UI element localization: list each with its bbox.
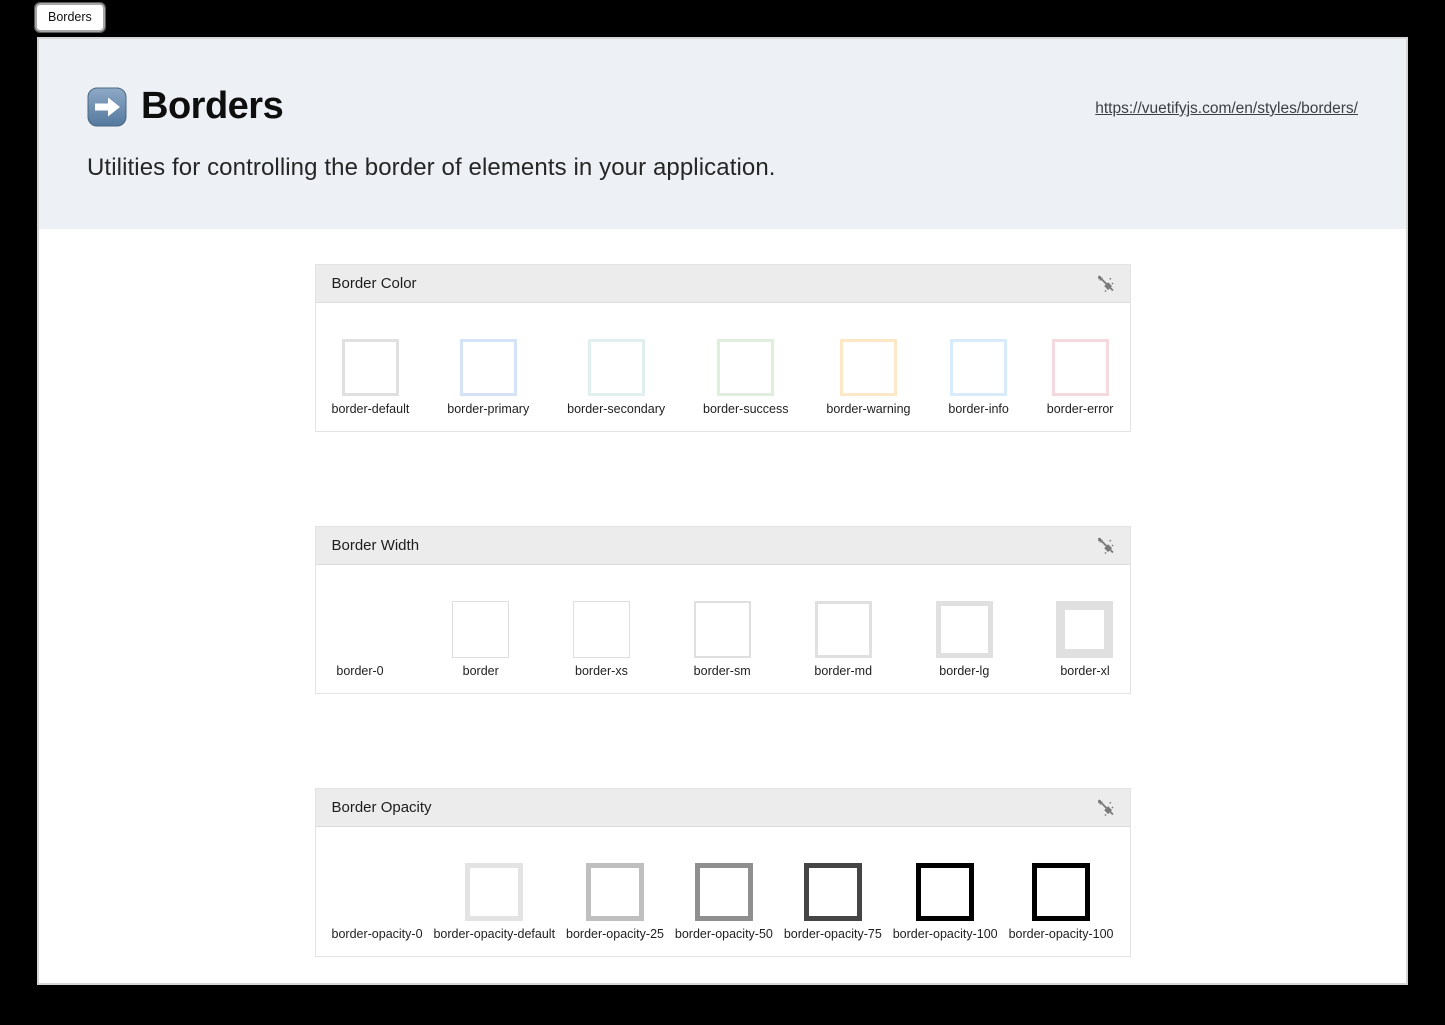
swatch-square [950,339,1007,396]
swatch-label: border-lg [939,664,989,678]
card-body: border-default border-primary border-secon… [316,303,1130,431]
swatch-item: border-lg [936,601,993,678]
swatch-item: border-opacity-25 [566,863,664,941]
swatch-label: border-success [703,402,788,416]
swatch-square [840,339,897,396]
swatch-item: border-default [332,339,410,416]
swatch-item: border-error [1047,339,1114,416]
swatch-item: border-opacity-default [433,863,555,941]
swatch-item: border-sm [694,601,751,678]
swatch-label: border-0 [336,664,383,678]
content-window: Borders https://vuetifyjs.com/en/styles/… [37,37,1408,985]
swatch-square [465,863,523,921]
swatch-square [815,601,872,658]
swatch-item: border-primary [447,339,529,416]
card: Border Width border-0borderborder-xsbord… [315,526,1131,694]
cards: Border Color border-default border-primar… [39,229,1406,957]
card-title: Border Width [332,537,420,554]
page-title: Borders [141,85,283,128]
card-header: Border Color [316,265,1130,303]
swatch-label: border-md [814,664,872,678]
swatch-item: border [452,601,509,678]
swatch-item: border-xs [573,601,630,678]
swatch-label: border-info [948,402,1008,416]
swatch-label: border-opacity-25 [566,927,664,941]
swatch-label: border-opacity-default [433,927,555,941]
swatch-label: border-xs [575,664,628,678]
swatch-item: border-md [814,601,872,678]
card: Border Color border-default border-primar… [315,264,1131,432]
swatch-square [588,339,645,396]
swatch-item: border-xl [1056,601,1113,678]
swatch-label: border-opacity-50 [675,927,773,941]
swatch-square [342,339,399,396]
borders-tab[interactable]: Borders [35,3,105,32]
swatch-label: border [463,664,499,678]
swatch-label: border-sm [694,664,751,678]
card-header: Border Opacity [316,789,1130,827]
swatch-square [936,601,993,658]
magic-wand-off-icon[interactable] [1095,797,1116,818]
swatch-square [1056,601,1113,658]
swatch-square [452,601,509,658]
swatch-square [332,601,389,658]
swatch-item: border-success [703,339,788,416]
swatch-label: border-opacity-75 [784,927,882,941]
card: Border Opacity border-opacity-0border-op… [315,788,1131,957]
swatch-item: border-opacity-100 [1009,863,1114,941]
swatch-square [804,863,862,921]
swatch-item: border-secondary [567,339,665,416]
swatch-item: border-opacity-100 [893,863,998,941]
right-arrow-emoji-icon [87,87,127,127]
swatch-square [573,601,630,658]
magic-wand-off-icon[interactable] [1095,273,1116,294]
card-header: Border Width [316,527,1130,565]
card-body: border-0 border border-xs border-sm border-m… [316,565,1130,693]
card-title: Border Opacity [332,799,432,816]
swatch-square [695,863,753,921]
swatch-label: border-xl [1060,664,1109,678]
swatch-square [586,863,644,921]
swatch-item: border-info [948,339,1008,416]
swatch-square [1052,339,1109,396]
swatch-item: border-0 [332,601,389,678]
swatch-label: border-secondary [567,402,665,416]
magic-wand-off-icon[interactable] [1095,535,1116,556]
swatch-label: border-default [332,402,410,416]
swatch-square [348,863,406,921]
swatch-label: border-opacity-0 [332,927,423,941]
page-subtitle: Utilities for controlling the border of … [87,154,1358,182]
swatch-label: border-error [1047,402,1114,416]
swatch-square [694,601,751,658]
swatch-label: border-warning [826,402,910,416]
swatch-item: border-opacity-50 [675,863,773,941]
swatch-square [916,863,974,921]
swatch-square [717,339,774,396]
swatch-label: border-opacity-100 [1009,927,1114,941]
swatch-square [460,339,517,396]
swatch-label: border-opacity-100 [893,927,998,941]
docs-link[interactable]: https://vuetifyjs.com/en/styles/borders/ [1095,100,1358,118]
swatch-square [1032,863,1090,921]
page-header: Borders https://vuetifyjs.com/en/styles/… [39,39,1406,229]
card-title: Border Color [332,275,417,292]
card-body: border-opacity-0 border-opacity-default bo… [316,827,1130,956]
swatch-item: border-opacity-0 [332,863,423,941]
swatch-item: border-opacity-75 [784,863,882,941]
swatch-item: border-warning [826,339,910,416]
swatch-label: border-primary [447,402,529,416]
